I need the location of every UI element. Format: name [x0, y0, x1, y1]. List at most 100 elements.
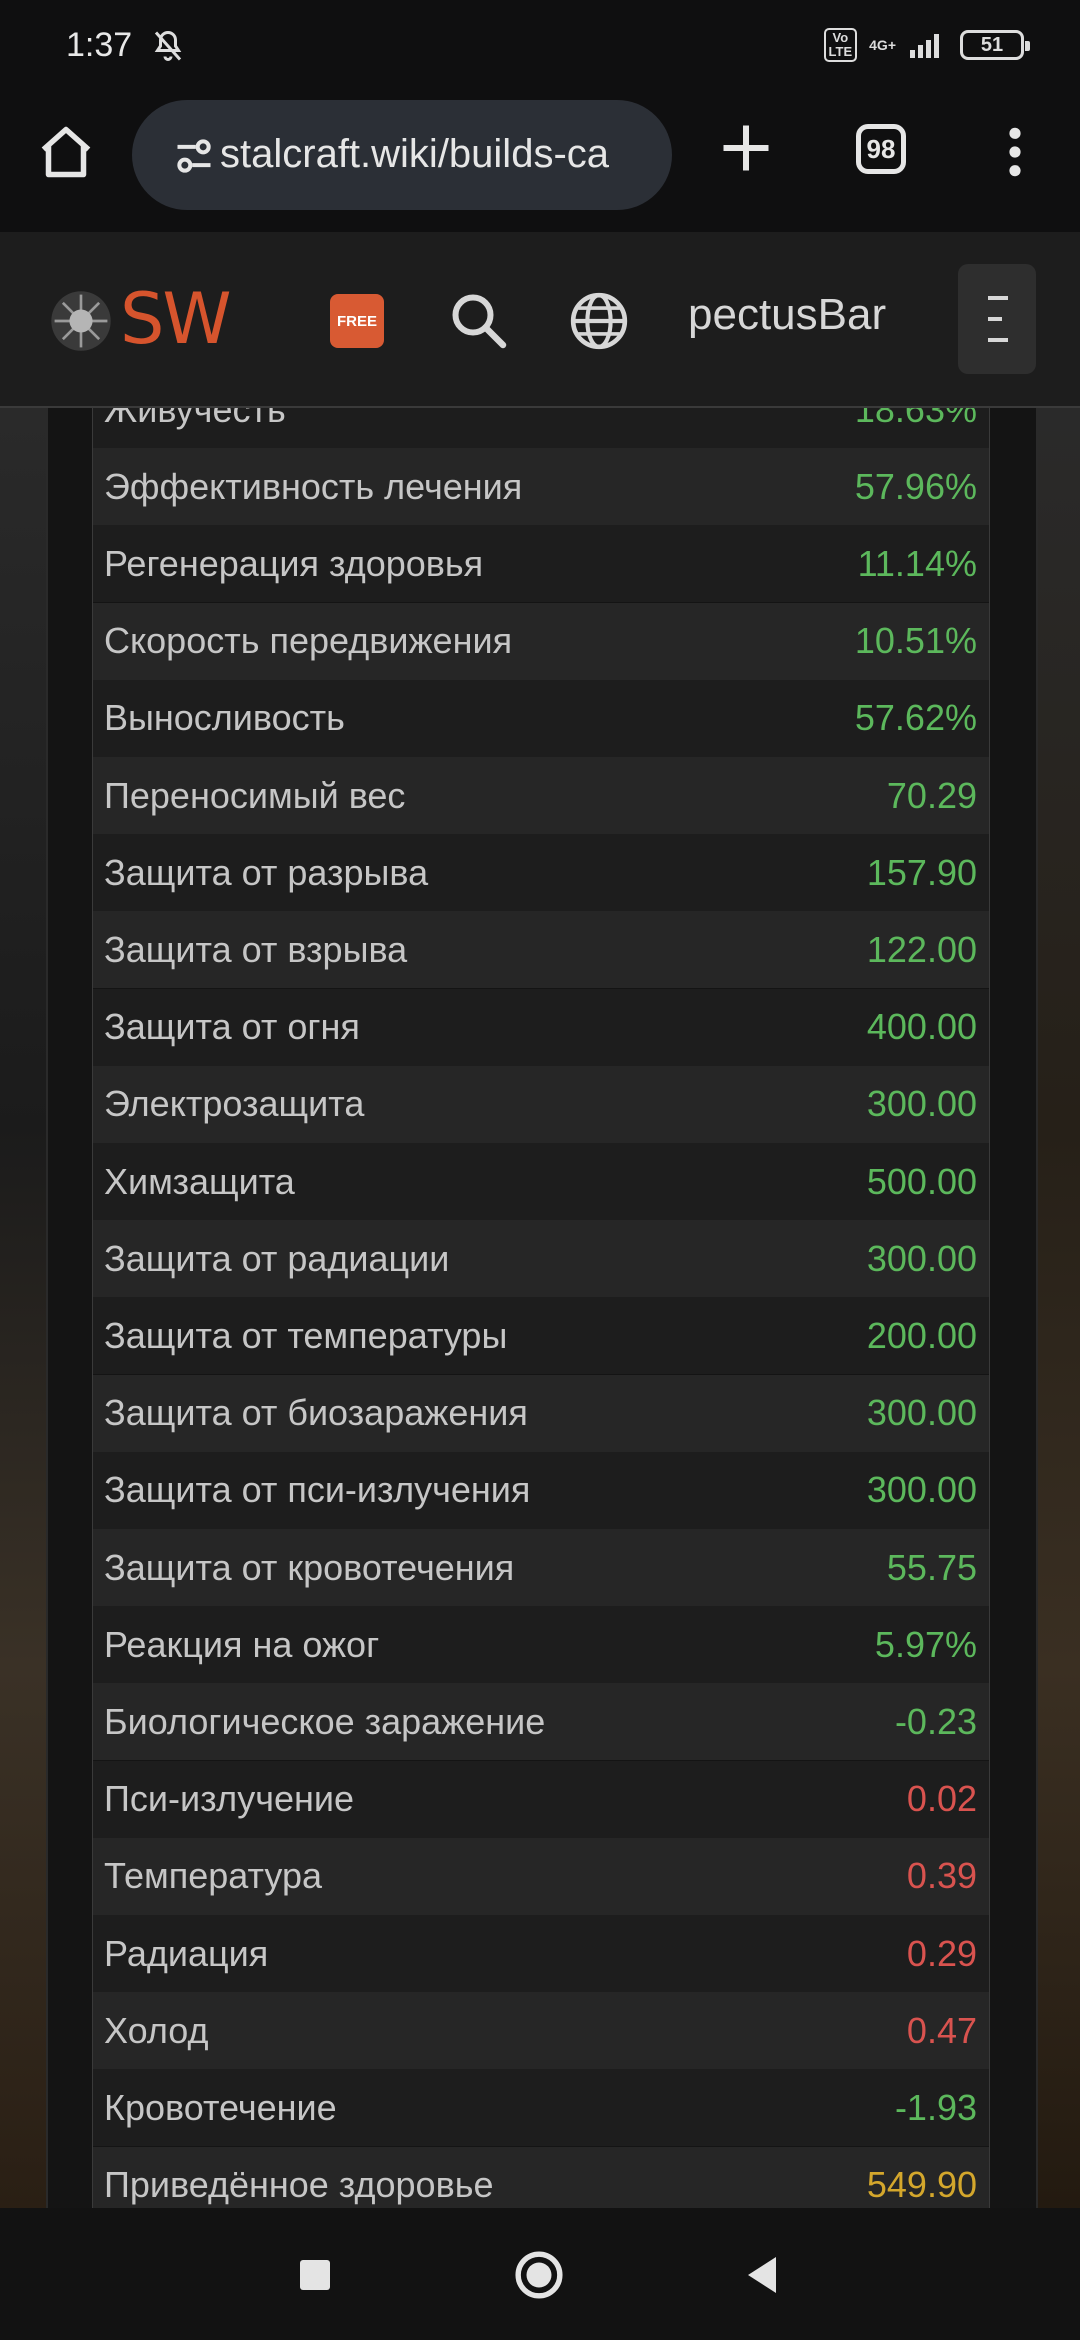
stat-row: Приведённое здоровье 549.90: [93, 2146, 989, 2208]
stat-row: Химзащита 500.00: [93, 1143, 989, 1220]
site-settings-icon[interactable]: [172, 134, 216, 178]
hamburger-icon: [988, 296, 1008, 342]
stat-row: Реакция на ожог 5.97%: [93, 1606, 989, 1684]
header-title-fragment: pectusBar: [688, 290, 887, 339]
stat-label: Защита от биозаражения: [104, 1392, 528, 1434]
stat-row: Электрозащита 300.00: [93, 1065, 989, 1143]
stat-label: Температура: [104, 1855, 323, 1897]
stat-value: 549.90: [866, 2164, 977, 2206]
stat-value: 300.00: [866, 1392, 977, 1434]
stat-label: Переносимый вес: [104, 774, 406, 816]
system-nav-bar: [0, 2208, 1080, 2340]
network-type: 4G+: [869, 37, 896, 53]
stat-row: Живучесть 18.63%: [93, 408, 989, 448]
stat-value: -0.23: [894, 1700, 977, 1742]
stat-label: Защита от огня: [104, 1006, 360, 1048]
stat-label: Защита от взрыва: [104, 928, 408, 970]
stat-row: Скорость передвижения 10.51%: [93, 602, 989, 680]
recents-button[interactable]: [300, 2260, 330, 2290]
stat-label: Химзащита: [104, 1160, 295, 1202]
stat-value: 70.29: [886, 774, 977, 816]
stat-value: 200.00: [866, 1314, 977, 1356]
stat-row: Эффективность лечения 57.96%: [93, 448, 989, 526]
stat-value: 57.96%: [854, 465, 977, 507]
stat-row: Защита от температуры 200.00: [93, 1297, 989, 1375]
stat-label: Защита от пси-излучения: [104, 1469, 531, 1511]
stat-label: Холод: [104, 2009, 209, 2051]
new-tab-icon[interactable]: [716, 118, 776, 178]
stat-label: Приведённое здоровье: [104, 2164, 494, 2206]
stat-label: Пси-излучение: [104, 1778, 354, 1820]
address-bar[interactable]: stalcraft.wiki/builds-ca: [132, 100, 672, 210]
stat-row: Защита от кровотечения 55.75: [93, 1529, 989, 1606]
status-indicators: Vo LTE 4G+ 51: [823, 28, 1030, 62]
stat-value: 11.14%: [857, 542, 977, 584]
stat-row: Кровотечение -1.93: [93, 2069, 989, 2147]
stat-row: Защита от разрыва 157.90: [93, 834, 989, 912]
stat-value: 157.90: [866, 851, 977, 893]
back-icon[interactable]: [744, 2254, 780, 2296]
stat-row: Биологическое заражение -0.23: [93, 1683, 989, 1761]
stat-label: Скорость передвижения: [104, 620, 513, 662]
logo-text[interactable]: SW: [120, 278, 232, 360]
stat-row: Защита от взрыва 122.00: [93, 911, 989, 989]
menu-toggle-button[interactable]: [958, 264, 1036, 374]
stat-row: Холод 0.47: [93, 1992, 989, 2070]
stat-label: Эффективность лечения: [104, 465, 523, 507]
stat-row: Защита от радиации 300.00: [93, 1220, 989, 1298]
stat-value: 55.75: [886, 1546, 977, 1588]
signal-icon: [910, 34, 939, 58]
stat-label: Биологическое заражение: [104, 1700, 546, 1742]
battery-icon: 51: [960, 30, 1030, 60]
battery-level: 51: [980, 33, 1004, 56]
stat-value: 0.39: [906, 1855, 977, 1897]
stat-value: 122.00: [866, 928, 977, 970]
stat-label: Реакция на ожог: [104, 1623, 380, 1665]
logo-emblem-icon[interactable]: [48, 288, 114, 354]
stat-value: 18.63%: [854, 408, 977, 430]
nav-home-icon[interactable]: [514, 2250, 564, 2300]
globe-icon[interactable]: [568, 290, 630, 352]
stat-value: -1.93: [894, 2086, 977, 2128]
url-text[interactable]: stalcraft.wiki/builds-ca: [220, 132, 609, 177]
tab-count: 98: [866, 133, 896, 164]
browser-toolbar: stalcraft.wiki/builds-ca 98: [0, 96, 1080, 234]
stat-label: Электрозащита: [104, 1083, 365, 1125]
stat-row: Температура 0.39: [93, 1837, 989, 1915]
stat-label: Защита от разрыва: [104, 851, 429, 893]
home-icon[interactable]: [36, 122, 96, 182]
stat-value: 0.47: [906, 2009, 977, 2051]
stat-value: 10.51%: [854, 620, 977, 662]
stat-label: Регенерация здоровья: [104, 542, 484, 584]
search-icon[interactable]: [448, 290, 508, 350]
stat-row: Переносимый вес 70.29: [93, 757, 989, 834]
stat-row: Защита от биозаражения 300.00: [93, 1374, 989, 1452]
stat-label: Защита от кровотечения: [104, 1546, 515, 1588]
bell-muted-icon: [154, 30, 182, 61]
stat-value: 0.29: [906, 1932, 977, 1974]
stat-row: Регенерация здоровья 11.14%: [93, 525, 989, 603]
background-image-right: [1034, 408, 1080, 2208]
stat-label: Живучесть: [104, 408, 286, 430]
stat-value: 300.00: [866, 1469, 977, 1511]
stat-value: 400.00: [866, 1006, 977, 1048]
stats-table: Живучесть 18.63% Эффективность лечения 57.9…: [92, 408, 990, 2208]
background-image-left: [0, 408, 46, 2208]
stat-value: 0.02: [906, 1778, 977, 1820]
tab-switcher-button[interactable]: 98: [856, 124, 906, 174]
site-header: SW FREE pectusBar: [0, 232, 1080, 408]
status-bar: 1:37 Vo LTE 4G+ 51: [0, 0, 1080, 96]
stat-label: Радиация: [104, 1932, 269, 1974]
stat-row: Радиация 0.29: [93, 1915, 989, 1992]
volte-icon: Vo LTE: [823, 28, 858, 62]
more-vert-icon[interactable]: [1000, 124, 1030, 180]
stat-row: Выносливость 57.62%: [93, 679, 989, 757]
free-badge[interactable]: FREE: [330, 294, 384, 348]
stat-value: 57.62%: [854, 697, 977, 739]
free-badge-label: FREE: [336, 312, 377, 330]
stat-row: Защита от огня 400.00: [93, 988, 989, 1066]
stat-label: Защита от радиации: [104, 1237, 450, 1279]
stat-label: Выносливость: [104, 697, 345, 739]
status-time: 1:37: [66, 26, 133, 64]
stat-value: 500.00: [866, 1160, 977, 1202]
